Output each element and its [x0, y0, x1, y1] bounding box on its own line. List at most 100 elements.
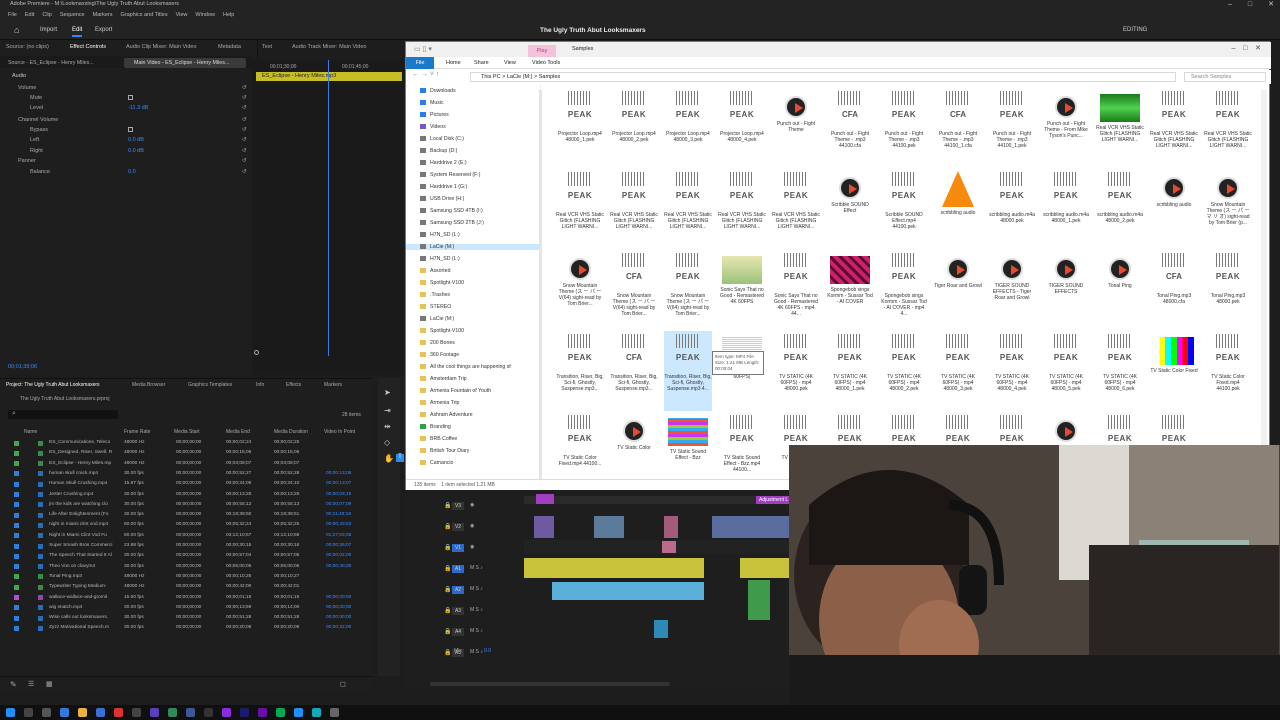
file-item[interactable]: CFA Transition, Riser, Big, Sci-fi, Ghost… [610, 331, 658, 411]
home-icon[interactable]: ⌂ [14, 25, 19, 35]
track-header[interactable]: V1 [452, 544, 464, 552]
column-header[interactable]: Frame Rate [124, 429, 150, 435]
file-item[interactable]: PEAK scribbling audio.m4a 48000_2.pek [1096, 169, 1144, 249]
nav-item[interactable]: All the cool things are happening sf [420, 364, 511, 370]
track-header[interactable]: A3 [452, 607, 464, 615]
lock-icon[interactable]: 🔒 [444, 523, 451, 530]
file-tab[interactable]: File [406, 57, 434, 69]
hand-tool-icon[interactable]: ✋ [384, 454, 394, 463]
checkbox[interactable] [128, 95, 133, 100]
app-icon-9[interactable] [294, 708, 303, 717]
file-item[interactable]: PEAK TV Static Color Fixed.mp4 44100... [556, 412, 604, 488]
checkbox[interactable] [128, 127, 133, 132]
effect-tab[interactable]: Source: (no clips) [6, 44, 49, 50]
nav-item[interactable]: Camancio [420, 460, 453, 466]
window-controls[interactable]: – □ ✕ [1212, 0, 1274, 8]
file-item[interactable]: Sonic Says That no Good - Remastered 4K … [718, 250, 766, 330]
menu-item[interactable]: Markers [93, 12, 113, 18]
file-item[interactable]: PEAK Real VCR VHS Static Glitch (FLASHING… [1150, 88, 1198, 168]
file-item[interactable]: PEAK Real VCR VHS Static Glitch (FLASHING… [1204, 88, 1252, 168]
effect-row-value[interactable]: 0.0 dB [128, 148, 144, 154]
audio-clip-a1[interactable] [524, 558, 704, 578]
chrome-icon[interactable] [114, 708, 123, 717]
file-item[interactable]: PEAK Punch out - Fight Theme - .mp3 44100… [988, 88, 1036, 168]
file-item[interactable]: PEAK Transition, Riser, Big, Sci-fi, Ghos… [556, 331, 604, 411]
column-header[interactable]: Video In Point [324, 429, 355, 435]
current-timecode[interactable]: 00;01;39;06 [8, 364, 37, 370]
file-item[interactable]: PEAK Sonic Says That no Good - Remastered… [772, 250, 820, 330]
source-clip-label[interactable]: Source - ES_Eclipse - Henry Miles... [8, 60, 94, 66]
track-toggle[interactable]: M S ♪ [470, 628, 483, 634]
file-item[interactable]: PEAK Projector Loop.mp4 48000_1.pek [556, 88, 604, 168]
file-item[interactable]: PEAK Tonal Ping.mp3 48000.pek [1204, 250, 1252, 330]
file-item[interactable]: scribbling audio [1150, 169, 1198, 249]
minimize-icon[interactable]: – [1228, 1, 1232, 8]
lock-icon[interactable]: 🔒 [444, 586, 451, 593]
nav-item[interactable]: British Tour Diary [420, 448, 469, 454]
effect-row-value[interactable]: 0.0 dB [128, 137, 144, 143]
edge-icon[interactable] [60, 708, 69, 717]
column-header[interactable]: Media End [226, 429, 250, 435]
task-view-icon[interactable] [42, 708, 51, 717]
file-item[interactable]: PEAK TV Static Sound Effect - Bzz.mp4 441… [718, 412, 766, 488]
effect-row-value[interactable]: -11.3 dB [128, 105, 148, 111]
file-item[interactable]: PEAK Transition, Riser, Big, Sci-fi, Ghos… [664, 331, 712, 411]
nav-item[interactable]: Samsung SSD 4TB (I:) [420, 208, 483, 214]
file-item[interactable]: TIGER SOUND EFFECTS - Tiger Roar and Gro… [988, 250, 1036, 330]
nav-item[interactable]: BRB Coffee [420, 436, 457, 442]
nav-item[interactable]: Videos [420, 124, 446, 130]
project-row[interactable]: Tonal Ping.mp3 48000 Hz 00;00;00;00 00;00;1… [0, 572, 372, 582]
project-tab[interactable]: Markers [324, 382, 342, 388]
keyframe-reset-icon[interactable]: ↺ [242, 127, 247, 133]
nav-item[interactable]: Local Disk (C:) [420, 136, 464, 142]
project-row[interactable]: Typewriter Typing Medium- 48000 Hz 00;00;0… [0, 582, 372, 592]
track-header[interactable]: A1 [452, 565, 464, 573]
project-row[interactable]: Jester Crushing.mp4 30.00 fps 00;00;00;00 0… [0, 490, 372, 500]
address-box[interactable]: This PC > LaCie (M:) > Samples [470, 72, 1176, 82]
explorer-icon[interactable] [78, 708, 87, 717]
effect-tab[interactable]: Audio Clip Mixer: Main Video [126, 44, 197, 50]
ribbon-tab[interactable]: Home [446, 60, 461, 66]
app-icon-4[interactable] [186, 708, 195, 717]
project-tab[interactable]: Project: The Ugly Truth Abut Looksmaxers [6, 382, 100, 388]
app-icon-7[interactable] [258, 708, 267, 717]
adjustment-layer-clip[interactable]: Adjustment L [756, 496, 790, 504]
close-icon[interactable]: ✕ [1268, 1, 1274, 8]
explorer-controls[interactable]: – □ ✕ [1231, 44, 1261, 52]
icon-view-icon[interactable]: ▦ [46, 680, 53, 688]
project-row[interactable]: Theo Von on clavym4 30.00 fps 00;00;00;00 0… [0, 562, 372, 572]
project-row[interactable]: ES_Eclipse - Henry Miles.mp 48000 Hz 00;00… [0, 459, 372, 469]
file-item[interactable]: PEAK Projector Loop.mp4 48000_4.pek [718, 88, 766, 168]
playhead-line[interactable] [328, 60, 329, 356]
project-row[interactable]: Human Skull Crushing.mp4 15.97 fps 00;00;0… [0, 479, 372, 489]
effect-tab[interactable]: Audio Track Mixer: Main Video [292, 44, 367, 50]
project-row[interactable]: Wise calls out looksmaxers. 30.00 fps 00;0… [0, 613, 372, 623]
column-header[interactable]: Media Start [174, 429, 200, 435]
effect-tab[interactable]: Text [262, 44, 272, 50]
keyframe-reset-icon[interactable]: ↺ [242, 85, 247, 91]
mail-icon[interactable] [96, 708, 105, 717]
app-icon-6[interactable] [240, 708, 249, 717]
nav-item[interactable]: Ashram Adventure [420, 412, 473, 418]
track-select-icon[interactable]: ⇥ [384, 406, 391, 415]
effect-row-value[interactable]: 0.0 [128, 169, 136, 175]
razor-icon[interactable]: ◇ [384, 438, 390, 447]
nav-arrows-icon[interactable]: ← → ˅ ↑ [412, 71, 439, 78]
keyframe-reset-icon[interactable]: ↺ [242, 137, 247, 143]
effect-tab[interactable]: Metadata [218, 44, 241, 50]
premiere-icon[interactable] [222, 708, 231, 717]
app-icon-5[interactable] [204, 708, 213, 717]
nav-item[interactable]: Armenia Trip [420, 400, 459, 406]
menu-item[interactable]: View [176, 12, 188, 18]
nav-item[interactable]: Armenia Fountain of Youth [420, 388, 491, 394]
file-item[interactable]: PEAK scribbling audio.m4a 48000.pek [988, 169, 1036, 249]
project-row[interactable]: ES_Communications, Teleco 48000 Hz 00;00;0… [0, 438, 372, 448]
nav-item[interactable]: System Reserved (F:) [420, 172, 480, 178]
marker-clip[interactable] [536, 494, 554, 504]
file-item[interactable]: TIGER SOUND EFFECTS [1042, 250, 1090, 330]
file-item[interactable]: PEAK Real VCR VHS Static Glitch (FLASHING… [718, 169, 766, 249]
nav-item[interactable]: Branding [420, 424, 451, 430]
audio-clip-a5[interactable] [654, 620, 668, 638]
tab-import[interactable]: Import [40, 27, 57, 33]
file-item[interactable]: PEAK Snow Mountain Theme (ス ー パ ー V(64) s… [664, 250, 712, 330]
